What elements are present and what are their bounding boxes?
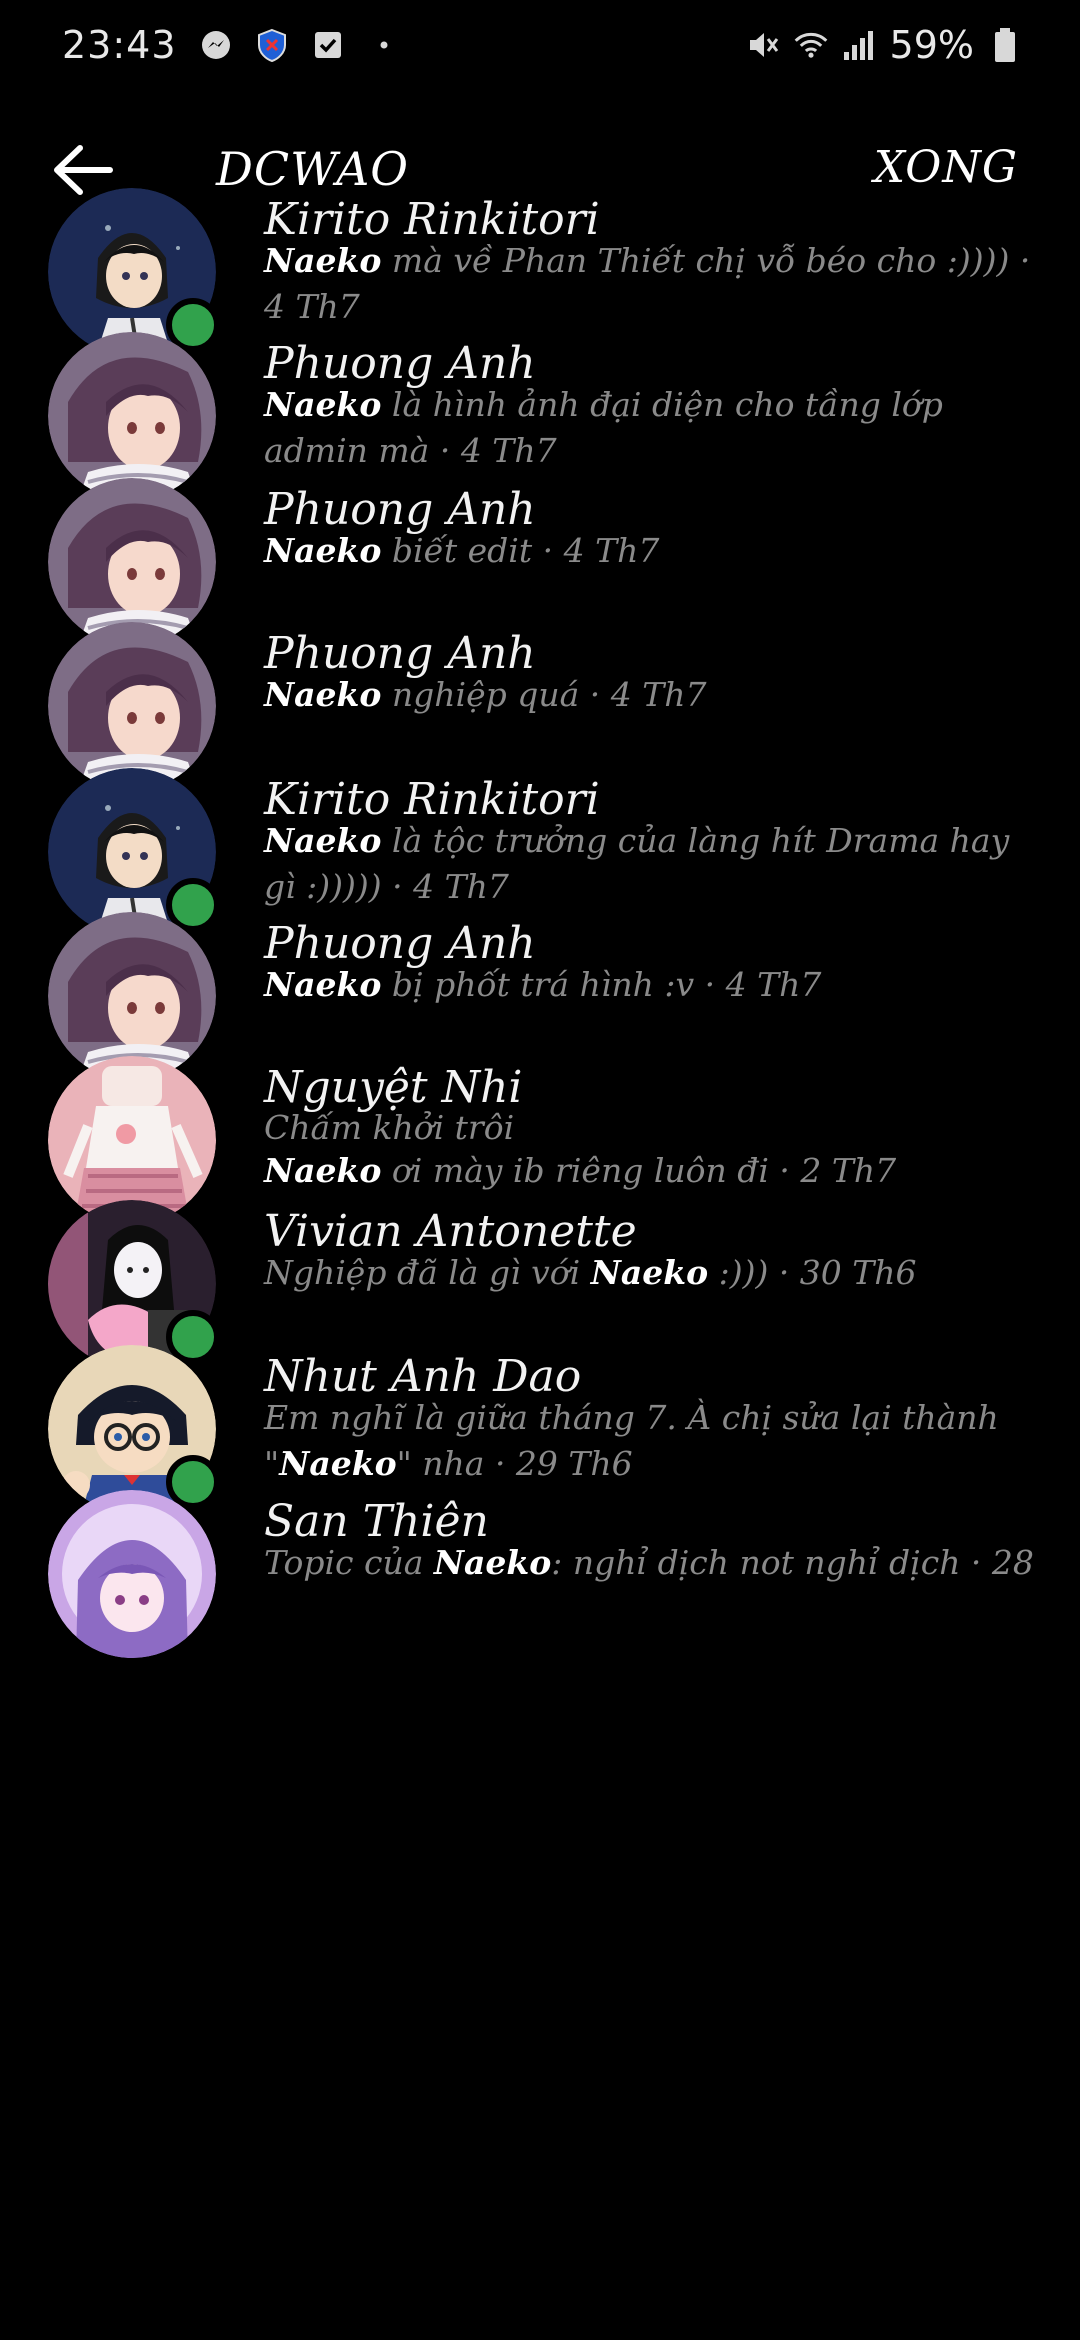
message-preview: Naeko là tộc trưởng của làng hít Drama h… — [264, 818, 1034, 910]
conversation-row[interactable]: Nguyệt Nhi Chấm khởi trôi Naeko ơi mày ib … — [0, 1056, 1080, 1200]
conversation-row[interactable]: Phuong Anh Naeko bị phốt trá hình :v · 4 … — [0, 912, 1080, 1056]
conversation-row[interactable]: Kirito Rinkitori Naeko là tộc trưởng của … — [0, 768, 1080, 912]
conversation-row[interactable]: Nhut Anh Dao Em nghĩ là giữa tháng 7. À c… — [0, 1345, 1080, 1489]
message-preview: Nghiệp đã là gì với Naeko :))) · 30 Th6 — [264, 1250, 1034, 1296]
contact-status: Chấm khởi trôi — [264, 1108, 515, 1147]
conversation-row[interactable]: Kirito Rinkitori Naeko mà về Phan Thiết c… — [0, 188, 1080, 332]
avatar — [48, 188, 220, 356]
avatar — [48, 768, 220, 936]
message-preview-text: biết edit · 4 Th7 — [381, 531, 660, 570]
conversation-row[interactable]: Phuong Anh Naeko là hình ảnh đại diện cho… — [0, 332, 1080, 476]
avatar — [48, 912, 216, 1080]
message-preview-text: : nghỉ dịch not nghỉ dịch · 28 — [551, 1543, 1034, 1582]
message-preview: Naeko ơi mày ib riêng luôn đi · 2 Th7 — [264, 1148, 1034, 1194]
message-preview-text: " nha · 29 Th6 — [396, 1444, 633, 1483]
mentioned-name: Naeko — [264, 675, 382, 714]
message-preview-prefix: Nghiệp đã là gì với — [264, 1253, 591, 1292]
message-preview-text: nghiệp quá · 4 Th7 — [381, 675, 707, 714]
message-preview: Naeko bị phốt trá hình :v · 4 Th7 — [264, 962, 1034, 1008]
mentioned-name: Naeko — [264, 531, 382, 570]
mentioned-name: Naeko — [264, 821, 382, 860]
conversation-row[interactable]: Phuong Anh Naeko nghiệp quá · 4 Th7 — [0, 622, 1080, 766]
mentioned-name: Naeko — [264, 1151, 382, 1190]
avatar — [48, 622, 216, 790]
mentioned-name: Naeko — [264, 385, 382, 424]
avatar — [48, 1490, 216, 1658]
message-preview: Em nghĩ là giữa tháng 7. À chị sửa lại t… — [264, 1395, 1034, 1487]
message-preview-text: :))) · 30 Th6 — [708, 1253, 917, 1292]
mentioned-name: Naeko — [279, 1444, 397, 1483]
avatar — [48, 1200, 220, 1368]
conversation-row[interactable]: San Thiên Topic của Naeko: nghỉ dịch not … — [0, 1490, 1080, 1634]
message-preview: Naeko là hình ảnh đại diện cho tầng lớp … — [264, 382, 1034, 474]
conversation-row[interactable]: Phuong Anh Naeko biết edit · 4 Th7 — [0, 478, 1080, 622]
avatar — [48, 1345, 220, 1513]
message-preview: Topic của Naeko: nghỉ dịch not nghỉ dịch… — [264, 1540, 1034, 1586]
message-preview-text: bị phốt trá hình :v · 4 Th7 — [381, 965, 822, 1004]
mentioned-name: Naeko — [264, 965, 382, 1004]
mentioned-name: Naeko — [433, 1543, 552, 1582]
mentioned-name: Naeko — [590, 1253, 709, 1292]
avatar — [48, 332, 216, 500]
contact-name: Nguyệt Nhi — [264, 1062, 523, 1113]
conversation-row[interactable]: Vivian Antonette Nghiệp đã là gì với Naek… — [0, 1200, 1080, 1344]
message-preview-text: ơi mày ib riêng luôn đi · 2 Th7 — [381, 1151, 897, 1190]
avatar — [48, 478, 216, 646]
message-preview: Naeko biết edit · 4 Th7 — [264, 528, 1034, 574]
avatar — [48, 1056, 216, 1224]
message-preview-prefix: Topic của — [264, 1543, 434, 1582]
mentioned-name: Naeko — [264, 241, 382, 280]
message-preview: Naeko nghiệp quá · 4 Th7 — [264, 672, 1034, 718]
message-preview: Naeko mà về Phan Thiết chị vỗ béo cho :)… — [264, 238, 1034, 330]
conversation-list: Kirito Rinkitori Naeko mà về Phan Thiết c… — [0, 0, 1080, 2340]
